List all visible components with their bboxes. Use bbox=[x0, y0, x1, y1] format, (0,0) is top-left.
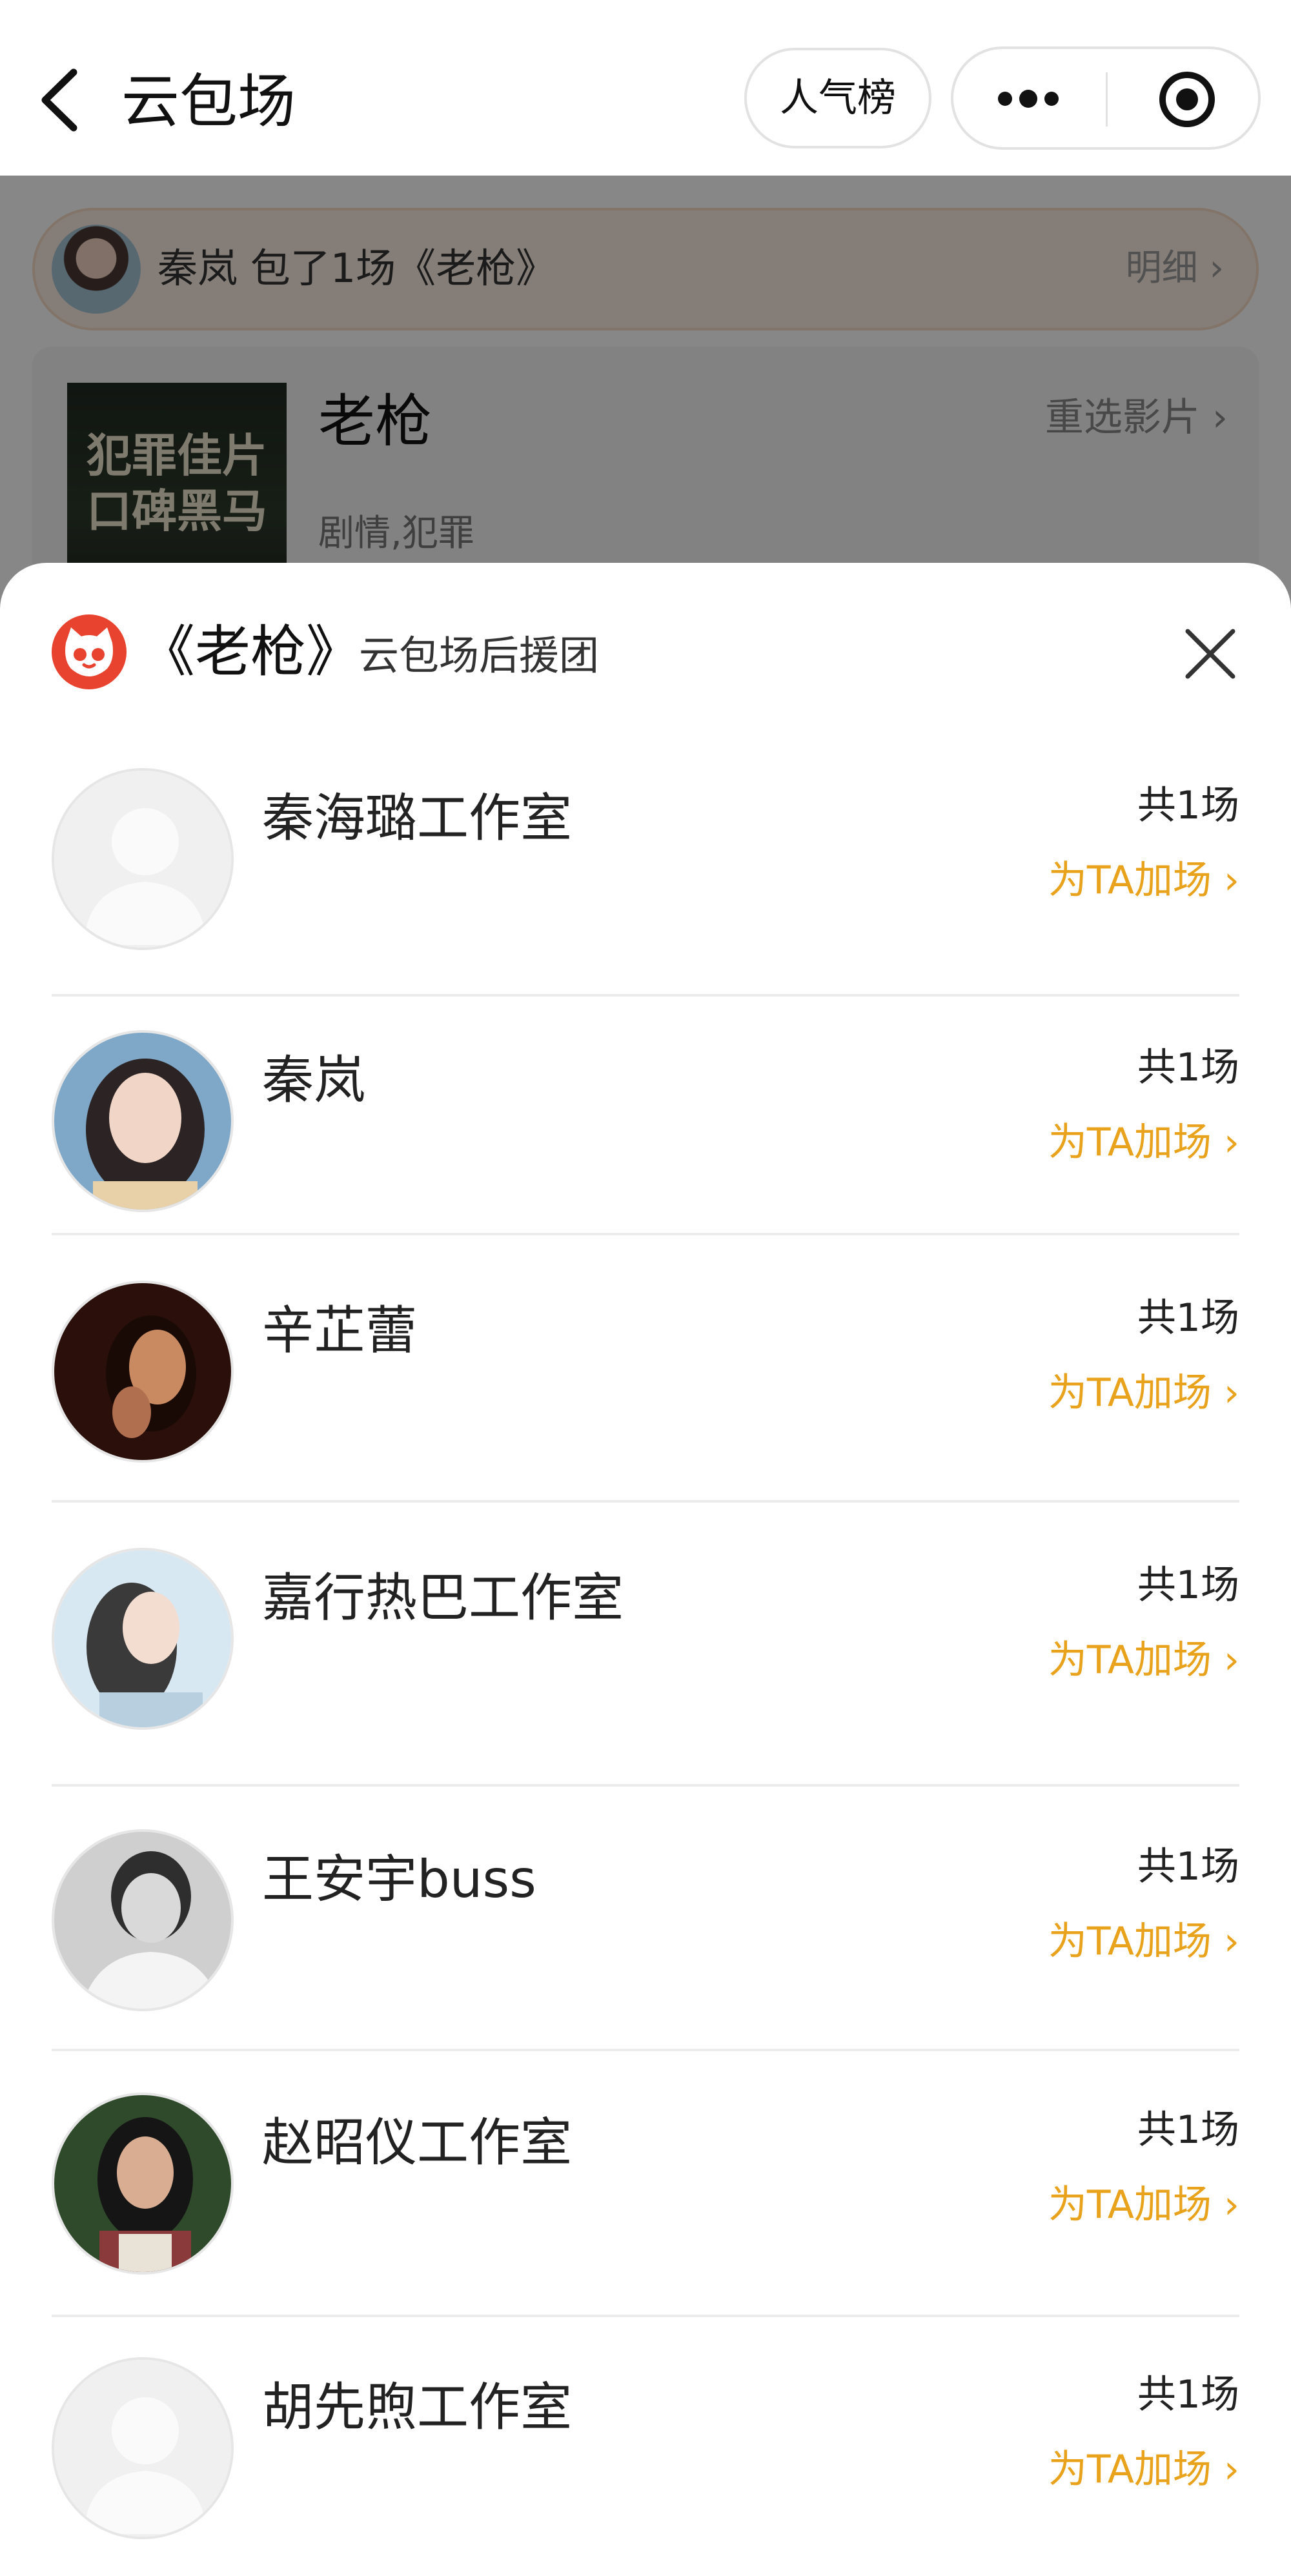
booking-count: 共1场 bbox=[1137, 1844, 1239, 1889]
popularity-rank-button[interactable]: 人气榜 bbox=[744, 48, 931, 148]
page-title: 云包场 bbox=[121, 68, 296, 136]
row-divider bbox=[52, 2049, 1239, 2051]
supporter-name: 秦岚 bbox=[262, 1050, 365, 1110]
booking-count: 共1场 bbox=[1137, 2107, 1239, 2153]
sheet-movie-title: 《老枪》 bbox=[139, 620, 361, 684]
add-show-link[interactable]: 为TA加场 › bbox=[1048, 1634, 1239, 1686]
add-show-link[interactable]: 为TA加场 › bbox=[1048, 2179, 1239, 2231]
supporter-name: 辛芷蕾 bbox=[262, 1301, 417, 1361]
add-show-link[interactable]: 为TA加场 › bbox=[1048, 1367, 1239, 1419]
avatar bbox=[52, 1548, 234, 1730]
supporter-name: 王安宇buss bbox=[262, 1849, 536, 1909]
back-arrow-icon[interactable] bbox=[34, 65, 85, 136]
row-divider bbox=[52, 1784, 1239, 1787]
supporter-row[interactable]: 胡先煦工作室 共1场 为TA加场 › bbox=[0, 2357, 1291, 2576]
supporter-name: 赵昭仪工作室 bbox=[262, 2113, 572, 2173]
miniapp-capsule bbox=[951, 46, 1261, 150]
supporter-row[interactable]: 秦岚 共1场 为TA加场 › bbox=[0, 1030, 1291, 1288]
supporter-name: 嘉行热巴工作室 bbox=[262, 1568, 624, 1628]
row-divider bbox=[52, 1233, 1239, 1235]
booking-count: 共1场 bbox=[1137, 1045, 1239, 1090]
capsule-divider bbox=[1106, 72, 1108, 127]
avatar bbox=[52, 1281, 234, 1463]
default-avatar bbox=[52, 768, 234, 950]
row-divider bbox=[52, 1500, 1239, 1503]
supporter-row[interactable]: 赵昭仪工作室 共1场 为TA加场 › bbox=[0, 2093, 1291, 2351]
top-navbar: 云包场 人气榜 bbox=[0, 0, 1291, 176]
add-show-link[interactable]: 为TA加场 › bbox=[1048, 1916, 1239, 1967]
booking-count: 共1场 bbox=[1137, 2372, 1239, 2417]
booking-count: 共1场 bbox=[1137, 1295, 1239, 1341]
supporter-name: 胡先煦工作室 bbox=[262, 2377, 572, 2437]
add-show-link[interactable]: 为TA加场 › bbox=[1048, 855, 1239, 906]
supporter-row[interactable]: 秦海璐工作室 共1场 为TA加场 › bbox=[0, 768, 1291, 1026]
add-show-link[interactable]: 为TA加场 › bbox=[1048, 2444, 1239, 2495]
booking-count: 共1场 bbox=[1137, 783, 1239, 828]
row-divider bbox=[52, 994, 1239, 997]
target-icon[interactable] bbox=[1157, 70, 1217, 129]
row-divider bbox=[52, 2315, 1239, 2317]
supporters-sheet: 《老枪》 云包场后援团 秦海璐工作室 共1场 为TA加场 › 秦岚 共1场 为T… bbox=[0, 563, 1291, 2576]
avatar bbox=[52, 1030, 234, 1212]
avatar bbox=[52, 1829, 234, 2011]
add-show-link[interactable]: 为TA加场 › bbox=[1048, 1117, 1239, 1168]
close-icon[interactable] bbox=[1181, 625, 1239, 683]
cat-eye-logo-icon bbox=[52, 614, 127, 689]
default-avatar bbox=[52, 2357, 234, 2539]
booking-count: 共1场 bbox=[1137, 1563, 1239, 1608]
avatar bbox=[52, 2093, 234, 2275]
supporter-name: 秦海璐工作室 bbox=[262, 788, 572, 848]
supporter-row[interactable]: 嘉行热巴工作室 共1场 为TA加场 › bbox=[0, 1548, 1291, 1806]
more-dots-icon[interactable] bbox=[996, 88, 1061, 110]
sheet-subtitle: 云包场后援团 bbox=[359, 632, 600, 679]
